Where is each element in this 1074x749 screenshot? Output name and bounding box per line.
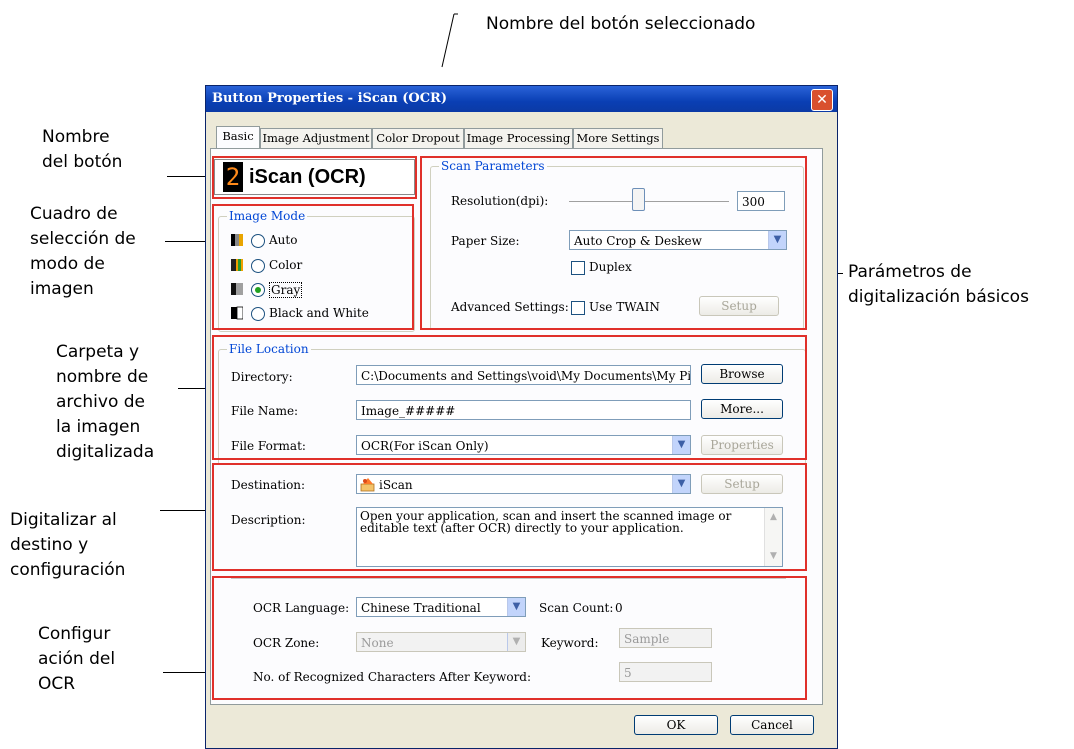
annotation-destination: Digitalizar al destino y configuración: [10, 510, 126, 580]
tab-image-processing[interactable]: Image Processing: [464, 128, 573, 148]
annotation-image-mode: Cuadro de selección de modo de imagen: [30, 204, 136, 299]
title-bar: Button Properties - iScan (OCR) ✕: [206, 86, 837, 112]
highlight-file-location: [212, 335, 807, 460]
tab-basic[interactable]: Basic: [216, 126, 260, 148]
highlight-ocr: [212, 576, 807, 700]
ok-button[interactable]: OK: [634, 715, 718, 735]
annotation-selected-button-name: Nombre del botón seleccionado: [486, 14, 756, 34]
tab-more-settings[interactable]: More Settings: [573, 128, 663, 148]
annotation-basic-params: Parámetros de digitalización básicos: [848, 262, 1029, 307]
close-icon[interactable]: ✕: [811, 89, 833, 111]
annotation-leader-top: [441, 13, 458, 68]
highlight-scan-parameters: [420, 156, 807, 330]
cancel-button[interactable]: Cancel: [730, 715, 814, 735]
highlight-button-name: [212, 156, 417, 199]
window-title: Button Properties - iScan (OCR): [212, 91, 448, 106]
annotation-button-name: Nombre del botón: [42, 127, 123, 172]
annotation-file-location: Carpeta y nombre de archivo de la imagen dig…: [56, 342, 155, 462]
highlight-destination: [212, 463, 807, 571]
highlight-image-mode: [212, 204, 414, 330]
tab-image-adjustment[interactable]: Image Adjustment: [260, 128, 372, 148]
annotation-ocr: Configur ación del OCR: [38, 624, 116, 694]
tab-color-dropout[interactable]: Color Dropout: [372, 128, 464, 148]
